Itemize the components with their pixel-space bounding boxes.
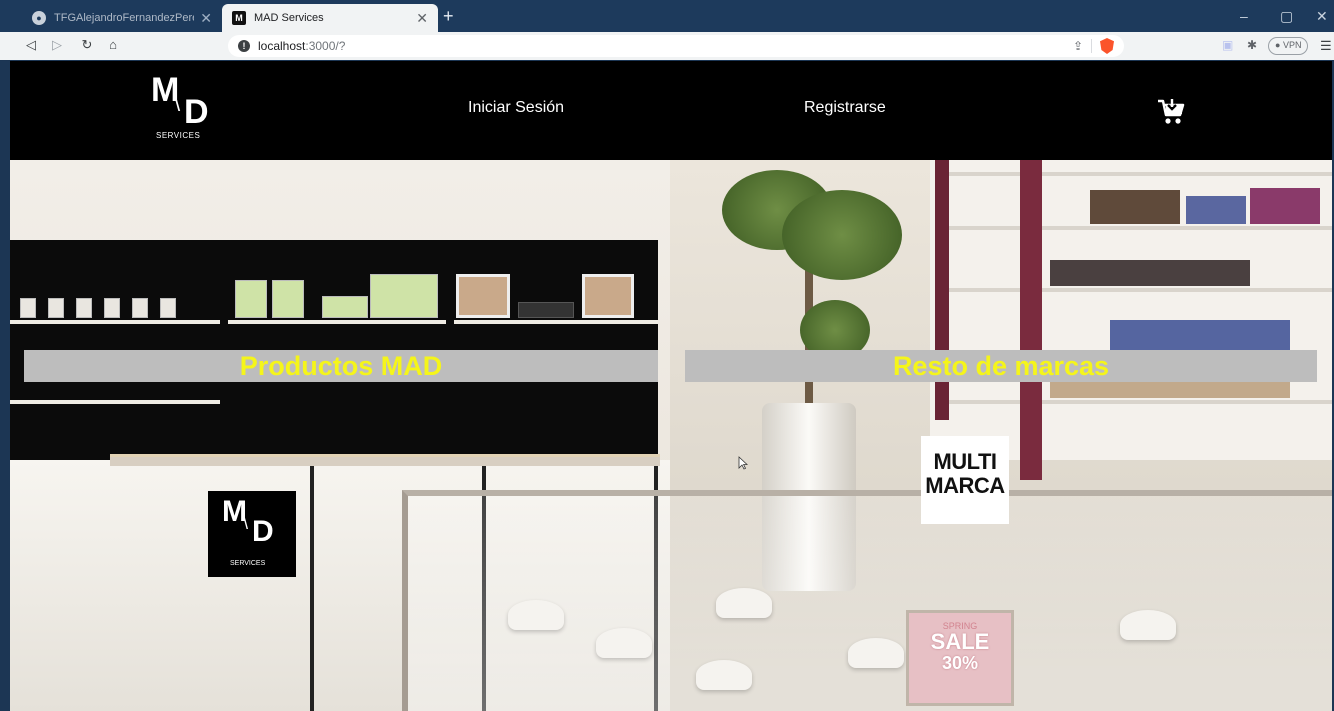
- tab-bar: ● TFGAlejandroFernandezPerez.pdf ✕ M MAD…: [0, 0, 1334, 32]
- puzzle-icon[interactable]: ✱: [1247, 38, 1257, 52]
- forward-icon[interactable]: ▷: [48, 37, 66, 53]
- scene-product: [1090, 190, 1180, 224]
- store-background-image: SPRING SALE 30% Productos MAD Resto de m…: [10, 160, 1332, 711]
- scene-shelf: [940, 400, 1332, 404]
- scene-shelf: [10, 320, 220, 324]
- multimarca-brand-card[interactable]: MULTI MARCA: [921, 436, 1009, 524]
- page-viewport: M \ D SERVICES Iniciar Sesión Registrars…: [10, 61, 1332, 711]
- scene-product: [370, 274, 438, 318]
- sale-sign-line2: SALE: [930, 629, 990, 654]
- close-icon[interactable]: ✕: [416, 10, 428, 27]
- scene-jewelry-stand: [848, 638, 904, 668]
- mouse-cursor-icon: [738, 456, 748, 470]
- reload-icon[interactable]: ↻: [78, 37, 96, 53]
- tab-title: TFGAlejandroFernandezPerez.pdf: [54, 12, 194, 24]
- minimize-icon[interactable]: –: [1240, 8, 1248, 24]
- back-icon[interactable]: ◁: [22, 37, 40, 53]
- site-header: M \ D SERVICES Iniciar Sesión Registrars…: [10, 61, 1332, 160]
- scene-product: [1250, 188, 1320, 224]
- restore-icon[interactable]: ▢: [1280, 8, 1293, 25]
- mad-brand-card[interactable]: M \ D SERVICES: [208, 491, 296, 577]
- tab-mad-services[interactable]: M MAD Services ✕: [222, 4, 438, 32]
- scene-foliage: [782, 190, 902, 280]
- scene-counter-top: [110, 454, 660, 466]
- logo-slash: \: [174, 91, 181, 116]
- extension-icon[interactable]: ▣: [1222, 38, 1233, 52]
- login-link[interactable]: Iniciar Sesión: [468, 99, 564, 117]
- divider: [1091, 39, 1092, 53]
- scene-shelf: [228, 320, 446, 324]
- category-mad-products[interactable]: Productos MAD: [24, 350, 658, 382]
- address-bar-actions: ⇪: [1073, 38, 1114, 54]
- home-icon[interactable]: ⌂: [104, 37, 122, 52]
- scene-pillar: [1020, 160, 1042, 480]
- scene-picture: [456, 274, 510, 318]
- scene-shelf: [454, 320, 658, 324]
- logo-services: SERVICES: [156, 131, 201, 140]
- scene-product: [48, 298, 64, 318]
- browser-window: ● TFGAlejandroFernandezPerez.pdf ✕ M MAD…: [0, 0, 1334, 711]
- tab-title: MAD Services: [254, 12, 324, 24]
- new-tab-button[interactable]: +: [443, 6, 454, 27]
- site-info-icon[interactable]: !: [238, 40, 250, 52]
- menu-icon[interactable]: ☰: [1320, 38, 1332, 54]
- scene-product: [518, 302, 574, 318]
- scene-product: [272, 280, 304, 318]
- category-other-brands[interactable]: Resto de marcas: [685, 350, 1317, 382]
- scene-shelf: [940, 172, 1332, 176]
- browser-toolbar: ◁ ▷ ↻ ⌂ ! localhost:3000/? ⇪ ▣ ✱ ● VPN ☰: [0, 32, 1334, 60]
- scene-product: [76, 298, 92, 318]
- scene-jewelry-stand: [508, 600, 564, 630]
- card-slash: \: [243, 513, 249, 533]
- share-icon[interactable]: ⇪: [1073, 39, 1083, 53]
- tab-pdf[interactable]: ● TFGAlejandroFernandezPerez.pdf ✕: [22, 4, 222, 32]
- url-path: :3000/?: [305, 39, 346, 53]
- card-multi: MULTI: [933, 449, 997, 474]
- scene-product: [1050, 380, 1290, 398]
- scene-jewelry-stand: [716, 588, 772, 618]
- mad-favicon-icon: M: [232, 11, 246, 25]
- brave-shield-icon[interactable]: [1100, 38, 1114, 54]
- scene-panel-line: [310, 466, 314, 711]
- scene-shelf: [940, 288, 1332, 292]
- scene-product: [20, 298, 36, 318]
- sale-sign-line3: 30%: [941, 653, 979, 673]
- scene-product: [235, 280, 267, 318]
- address-bar[interactable]: ! localhost:3000/? ⇪: [228, 35, 1124, 57]
- scene-product: [1050, 260, 1250, 286]
- scene-product: [160, 298, 176, 318]
- scene-product: [1186, 196, 1246, 224]
- card-services: SERVICES: [230, 560, 266, 567]
- scene-picture: [582, 274, 634, 318]
- card-marca: MARCA: [925, 473, 1005, 498]
- register-link[interactable]: Registrarse: [804, 99, 886, 117]
- scene-jewelry-stand: [596, 628, 652, 658]
- card-letter-d: D: [252, 515, 274, 548]
- vpn-button[interactable]: ● VPN: [1268, 37, 1309, 55]
- scene-sale-sign: SPRING SALE 30%: [906, 610, 1014, 706]
- window-close-icon[interactable]: ✕: [1316, 8, 1328, 25]
- scene-shelf: [10, 400, 220, 404]
- cart-add-icon[interactable]: [1156, 97, 1186, 127]
- scene-jewelry-stand: [1120, 610, 1176, 640]
- site-logo[interactable]: M \ D SERVICES: [148, 71, 218, 149]
- scene-product: [1110, 320, 1290, 350]
- vpn-label: VPN: [1282, 40, 1302, 50]
- scene-jewelry-stand: [696, 660, 752, 690]
- logo-letter-d: D: [184, 93, 209, 131]
- scene-product: [322, 296, 368, 318]
- scene-product: [132, 298, 148, 318]
- globe-icon: ●: [32, 11, 46, 25]
- close-icon[interactable]: ✕: [200, 10, 212, 27]
- scene-product: [104, 298, 120, 318]
- scene-shelf: [940, 226, 1332, 230]
- url-host: localhost: [258, 39, 306, 53]
